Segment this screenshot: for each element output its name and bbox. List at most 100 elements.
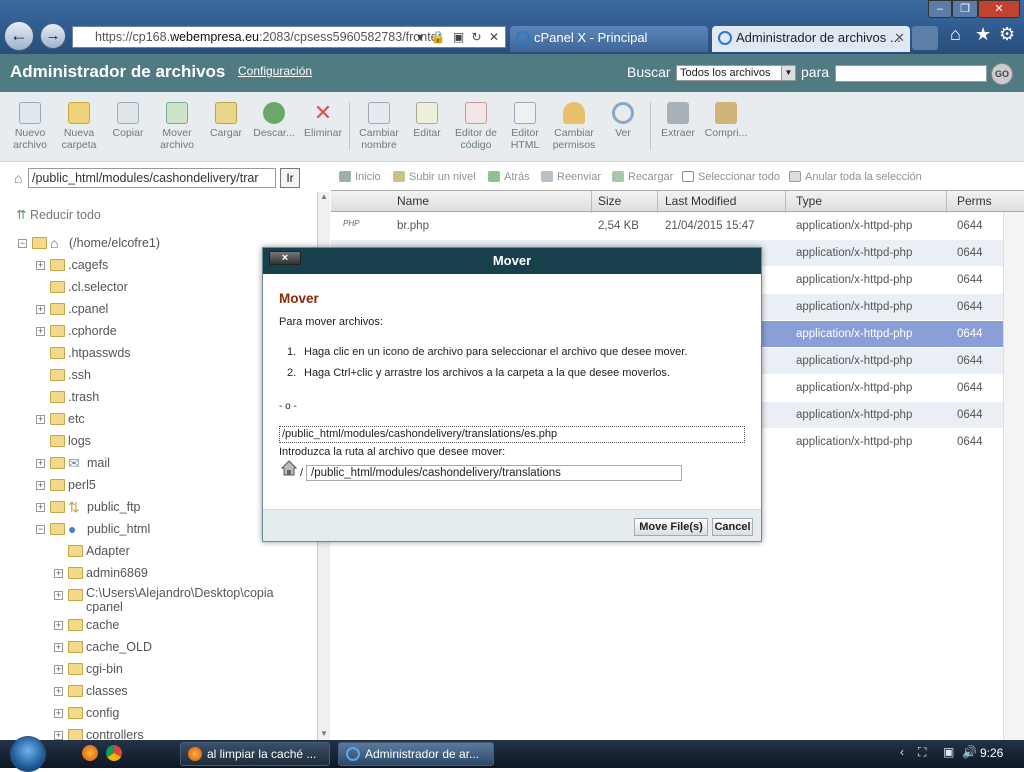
expand-icon[interactable]: +	[54, 621, 63, 630]
network-icon[interactable]: ⛶	[918, 745, 926, 760]
go-button[interactable]: GO	[991, 63, 1013, 85]
delete-button[interactable]: ✕ Eliminar	[297, 100, 349, 140]
tree-item[interactable]: + C:\Users\Alejandro\Desktop\copia cpanel	[0, 586, 316, 616]
tab-label: Administrador de archivos ...	[736, 30, 901, 45]
taskbar-item-firefox[interactable]: al limpiar la caché ...	[180, 742, 330, 766]
select-all-button[interactable]: Seleccionar todo	[682, 171, 780, 183]
file-type: application/x-httpd-php	[796, 220, 913, 232]
deselect-all-button[interactable]: Anular toda la selección	[789, 171, 922, 183]
edit-button[interactable]: Editar	[401, 100, 453, 139]
tree-item[interactable]: + cache	[0, 618, 316, 640]
rename-button[interactable]: Cambiar nombre	[353, 100, 405, 151]
move-button[interactable]: Mover archivo	[151, 100, 203, 151]
scroll-down-icon[interactable]: ▼	[320, 729, 328, 738]
tree-item[interactable]: + config	[0, 706, 316, 728]
expand-icon[interactable]: +	[54, 591, 63, 600]
expand-icon[interactable]: +	[36, 305, 45, 314]
expand-icon[interactable]: +	[54, 569, 63, 578]
copy-button[interactable]: Copiar	[102, 100, 154, 139]
column-name[interactable]: Name	[397, 194, 429, 208]
show-hidden-icons[interactable]: ‹	[900, 745, 904, 759]
tree-item[interactable]: Adapter	[0, 544, 316, 566]
expand-icon[interactable]: +	[54, 643, 63, 652]
download-button[interactable]: Descar...	[248, 100, 300, 139]
collapse-all-link[interactable]: ⇈ Reducir todo	[16, 207, 101, 222]
folder-icon	[68, 663, 83, 675]
extract-button[interactable]: Extraer	[652, 100, 704, 139]
table-row[interactable]: PHP br.php 2,54 KB 21/04/2015 15:47 applicat…	[331, 213, 1003, 240]
tree-item[interactable]: + cache_OLD	[0, 640, 316, 662]
expand-icon[interactable]: +	[54, 665, 63, 674]
source-path-field[interactable]: /public_html/modules/cashondelivery/tran…	[279, 426, 745, 443]
permissions-button[interactable]: Cambiar permisos	[548, 100, 600, 151]
close-tab-icon[interactable]: ✕	[894, 26, 905, 50]
minimize-button[interactable]: –	[928, 0, 952, 18]
upload-button[interactable]: Cargar	[200, 100, 252, 139]
ftp-icon: ⇅	[68, 499, 80, 515]
volume-icon[interactable]: 🔊	[962, 745, 977, 759]
tab-file-manager[interactable]: Administrador de archivos ... ✕	[712, 26, 910, 52]
html-editor-button[interactable]: Editor HTML	[499, 100, 551, 151]
compress-button[interactable]: Compri...	[700, 100, 752, 139]
collapse-icon[interactable]: −	[18, 239, 27, 248]
address-bar-icons[interactable]: ▾ 🔒 ▣ ↻ ✕	[417, 27, 501, 47]
action-center-icon[interactable]: ▣	[943, 745, 954, 759]
move-files-button[interactable]: Move File(s)	[634, 518, 708, 536]
code-editor-button[interactable]: Editor de código	[450, 100, 502, 151]
start-button[interactable]	[10, 736, 46, 772]
new-file-button[interactable]: Nuevo archivo	[4, 100, 56, 151]
forward-button[interactable]: →	[40, 23, 66, 49]
expand-icon[interactable]: +	[36, 327, 45, 336]
clock[interactable]: 9:26	[980, 746, 1003, 760]
destination-path-input[interactable]: /public_html/modules/cashondelivery/tran…	[306, 465, 682, 481]
column-type[interactable]: Type	[796, 194, 822, 208]
tree-item[interactable]: + classes	[0, 684, 316, 706]
search-scope-select[interactable]: Todos los archivos ▼	[676, 65, 796, 81]
tree-item[interactable]: + admin6869	[0, 566, 316, 588]
view-button[interactable]: Ver	[597, 100, 649, 139]
nav-up-level-button[interactable]: Subir un nivel	[393, 171, 476, 183]
search-input[interactable]	[835, 65, 987, 82]
firefox-icon[interactable]	[82, 745, 98, 761]
delete-icon: ✕	[313, 100, 333, 125]
taskbar-item-ie[interactable]: Administrador de ar...	[338, 742, 494, 766]
scroll-up-icon[interactable]: ▲	[320, 192, 328, 201]
home-icon[interactable]: ⌂	[14, 170, 22, 186]
new-tab-button[interactable]	[912, 26, 938, 50]
expand-icon[interactable]: +	[54, 709, 63, 718]
column-last-modified[interactable]: Last Modified	[665, 194, 736, 208]
tab-cpanel[interactable]: cPanel X - Principal	[510, 26, 708, 52]
close-icon[interactable]: ×	[269, 251, 301, 265]
maximize-button[interactable]: ❐	[952, 0, 978, 18]
home-icon[interactable]: ⌂	[950, 24, 961, 45]
expand-icon[interactable]: +	[54, 687, 63, 696]
column-perms[interactable]: Perms	[957, 194, 992, 208]
close-window-button[interactable]: ✕	[978, 0, 1020, 18]
favorites-star-icon[interactable]: ★	[975, 24, 991, 45]
expand-icon[interactable]: +	[36, 415, 45, 424]
expand-icon[interactable]: +	[36, 481, 45, 490]
gear-icon[interactable]: ⚙	[999, 24, 1015, 45]
step-2-text: Haga Ctrl+clic y arrastre los archivos a…	[304, 367, 670, 379]
nav-home-button[interactable]: Inicio	[339, 171, 381, 183]
list-scrollbar[interactable]	[1003, 212, 1024, 740]
settings-link[interactable]: Configuración	[238, 64, 312, 78]
expand-icon[interactable]: +	[36, 261, 45, 270]
root-slash: /	[300, 467, 304, 479]
new-folder-button[interactable]: Nueva carpeta	[53, 100, 105, 151]
nav-back-button[interactable]: Atrás	[488, 171, 530, 183]
collapse-icon[interactable]: −	[36, 525, 45, 534]
nav-forward-button[interactable]: Reenviar	[541, 171, 601, 183]
back-button[interactable]: ←	[4, 21, 34, 51]
path-input[interactable]: /public_html/modules/cashondelivery/trar	[28, 168, 276, 188]
tree-item[interactable]: + cgi-bin	[0, 662, 316, 684]
expand-icon[interactable]: +	[36, 503, 45, 512]
cancel-button[interactable]: Cancel	[712, 518, 753, 536]
column-size[interactable]: Size	[598, 194, 621, 208]
go-path-button[interactable]: Ir	[280, 168, 300, 188]
nav-reload-button[interactable]: Recargar	[612, 171, 673, 183]
expand-icon[interactable]: +	[36, 459, 45, 468]
address-bar[interactable]: https://cp168.webempresa.eu:2083/cpsess5…	[72, 26, 506, 48]
chrome-icon[interactable]	[106, 745, 122, 761]
expand-icon[interactable]: +	[54, 731, 63, 740]
